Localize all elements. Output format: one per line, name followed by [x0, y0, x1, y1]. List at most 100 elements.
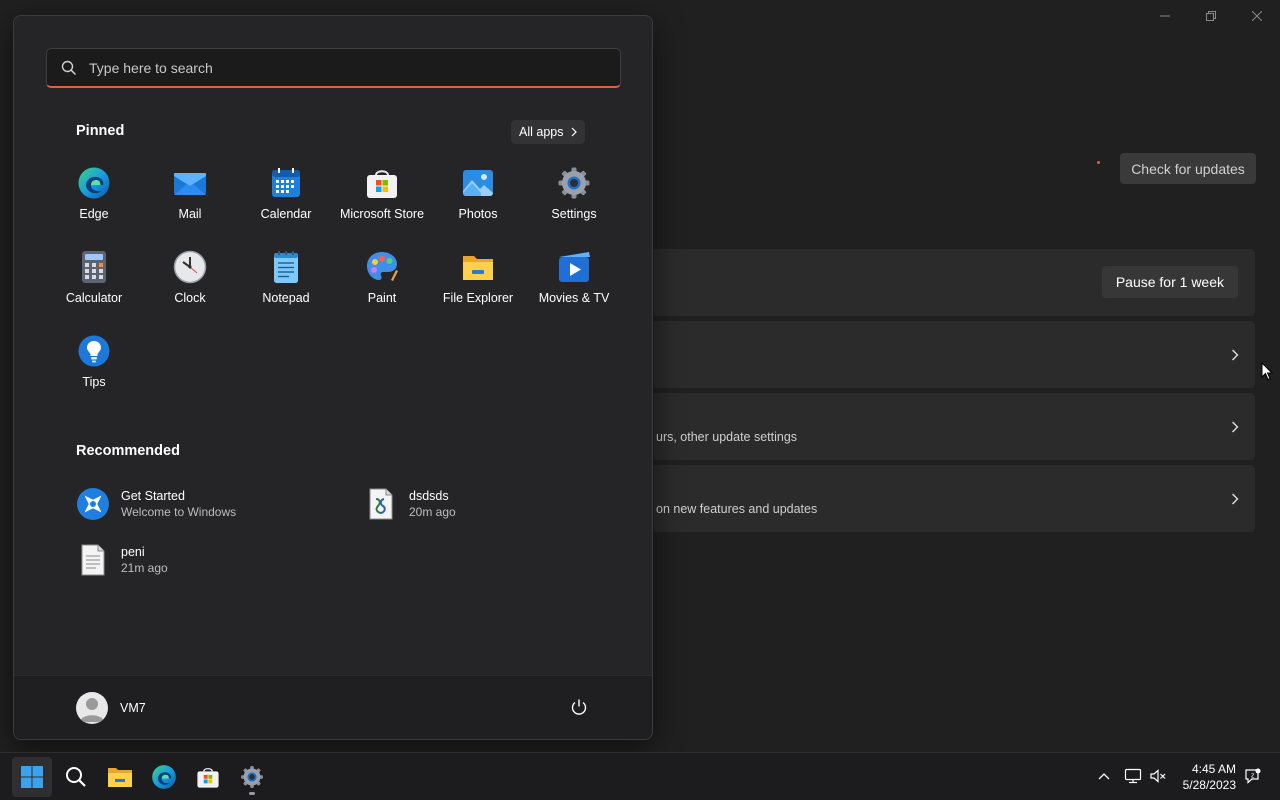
- user-account-button[interactable]: VM7: [76, 692, 146, 724]
- script-file-icon: [364, 487, 398, 521]
- photos-icon: [461, 166, 495, 200]
- recommended-item-name: peni: [121, 545, 145, 559]
- taskbar-start-button[interactable]: [12, 757, 52, 797]
- network-button[interactable]: [1123, 766, 1143, 786]
- show-hidden-icons-button[interactable]: [1096, 766, 1112, 786]
- pinned-app-notepad[interactable]: Notepad: [238, 248, 334, 332]
- start-icon: [21, 766, 43, 788]
- chevron-right-icon: [1232, 493, 1239, 504]
- card-subtext: urs, other update settings: [656, 430, 798, 444]
- chevron-right-icon: [572, 127, 578, 137]
- app-label: Calculator: [65, 291, 123, 305]
- start-menu-footer: VM7: [14, 675, 652, 739]
- app-label: Edge: [79, 207, 109, 221]
- file-explorer-icon: [108, 768, 132, 787]
- pinned-app-clock[interactable]: Clock: [142, 248, 238, 332]
- start-search-box[interactable]: [46, 48, 621, 88]
- power-button[interactable]: [570, 698, 588, 721]
- svg-text:z: z: [1251, 773, 1255, 780]
- app-label: Paint: [367, 291, 397, 305]
- recommended-item-name: dsdsds: [409, 489, 449, 503]
- search-icon: [66, 767, 86, 787]
- app-label: Mail: [178, 207, 202, 221]
- paint-icon: [365, 250, 399, 284]
- power-icon: [571, 699, 587, 715]
- recommended-heading: Recommended: [76, 443, 180, 459]
- pinned-app-calculator[interactable]: Calculator: [46, 248, 142, 332]
- clock-date: 5/28/2023: [1182, 778, 1236, 792]
- pinned-app-photos[interactable]: Photos: [430, 164, 526, 248]
- close-icon: [1252, 11, 1262, 21]
- minimize-icon: [1160, 15, 1170, 17]
- status-dot: [1097, 161, 1100, 164]
- mail-icon: [173, 166, 207, 200]
- avatar: [76, 692, 108, 724]
- maximize-button[interactable]: [1188, 0, 1234, 32]
- taskbar-edge[interactable]: [144, 757, 184, 797]
- recommended-item-subtitle: Welcome to Windows: [121, 505, 237, 519]
- recommended-item-dsdsds[interactable]: dsdsds 20m ago: [364, 487, 456, 521]
- recommended-item-subtitle: 20m ago: [409, 505, 456, 519]
- store-icon: [197, 768, 219, 788]
- app-label: Movies & TV: [538, 291, 610, 305]
- taskbar-search-button[interactable]: [56, 757, 96, 797]
- recommended-item-name: Get Started: [121, 489, 185, 503]
- get-started-icon: [76, 487, 110, 521]
- app-label: Photos: [458, 207, 498, 221]
- network-icon: [1124, 768, 1142, 784]
- app-label: Notepad: [262, 291, 310, 305]
- taskbar-settings[interactable]: [232, 757, 272, 797]
- taskbar: 4:45 AM 5/28/2023 z: [0, 752, 1280, 800]
- insider-program-card[interactable]: on new features and updates: [654, 465, 1255, 532]
- all-apps-label: All apps: [519, 125, 564, 139]
- pinned-app-edge[interactable]: Edge: [46, 164, 142, 248]
- chevron-right-icon: [1232, 349, 1239, 360]
- taskbar-file-explorer[interactable]: [100, 757, 140, 797]
- pinned-app-microsoft-store[interactable]: Microsoft Store: [334, 164, 430, 248]
- pinned-app-tips[interactable]: Tips: [46, 332, 142, 416]
- all-apps-button[interactable]: All apps: [511, 120, 586, 144]
- taskbar-microsoft-store[interactable]: [188, 757, 228, 797]
- close-button[interactable]: [1234, 0, 1280, 32]
- search-icon: [61, 60, 77, 75]
- update-history-card[interactable]: [654, 321, 1255, 388]
- pinned-app-file-explorer[interactable]: File Explorer: [430, 248, 526, 332]
- notification-icon: z: [1245, 768, 1261, 784]
- recommended-item-subtitle: 21m ago: [121, 561, 168, 575]
- check-for-updates-button[interactable]: Check for updates: [1120, 153, 1256, 184]
- store-icon: [365, 166, 399, 200]
- chevron-up-icon: [1098, 773, 1110, 780]
- pinned-app-paint[interactable]: Paint: [334, 248, 430, 332]
- running-indicator: [249, 792, 255, 795]
- settings-icon: [241, 766, 263, 788]
- pinned-app-calendar[interactable]: Calendar: [238, 164, 334, 248]
- calculator-icon: [77, 250, 111, 284]
- clock-icon: [173, 250, 207, 284]
- app-label: Settings: [551, 207, 597, 221]
- taskbar-clock[interactable]: 4:45 AM 5/28/2023: [1183, 761, 1236, 793]
- volume-button[interactable]: [1148, 766, 1168, 786]
- edge-icon: [152, 765, 176, 789]
- pause-updates-card[interactable]: Pause for 1 week: [654, 249, 1255, 316]
- recommended-item-peni[interactable]: peni 21m ago: [76, 543, 168, 577]
- advanced-options-card[interactable]: urs, other update settings: [654, 393, 1255, 460]
- search-input[interactable]: [89, 59, 620, 76]
- pause-updates-button[interactable]: Pause for 1 week: [1101, 266, 1238, 298]
- app-label: Microsoft Store: [339, 207, 425, 221]
- pinned-app-settings[interactable]: Settings: [526, 164, 622, 248]
- clock-time: 4:45 AM: [1191, 762, 1236, 776]
- movies-icon: [557, 250, 591, 284]
- minimize-button[interactable]: [1142, 0, 1188, 32]
- pinned-apps-grid: Edge Mail Calendar Microsoft Store Photo…: [46, 164, 622, 416]
- notification-center-button[interactable]: z: [1243, 766, 1263, 786]
- recommended-item-get-started[interactable]: Get Started Welcome to Windows: [76, 487, 236, 521]
- user-name: VM7: [120, 701, 146, 715]
- card-subtext: on new features and updates: [656, 502, 818, 516]
- mouse-cursor-icon: [1261, 362, 1273, 381]
- pinned-app-mail[interactable]: Mail: [142, 164, 238, 248]
- app-label: Clock: [174, 291, 206, 305]
- pinned-heading: Pinned: [76, 123, 125, 139]
- folder-icon: [461, 250, 495, 284]
- pinned-app-movies-tv[interactable]: Movies & TV: [526, 248, 622, 332]
- app-label: Calendar: [260, 207, 312, 221]
